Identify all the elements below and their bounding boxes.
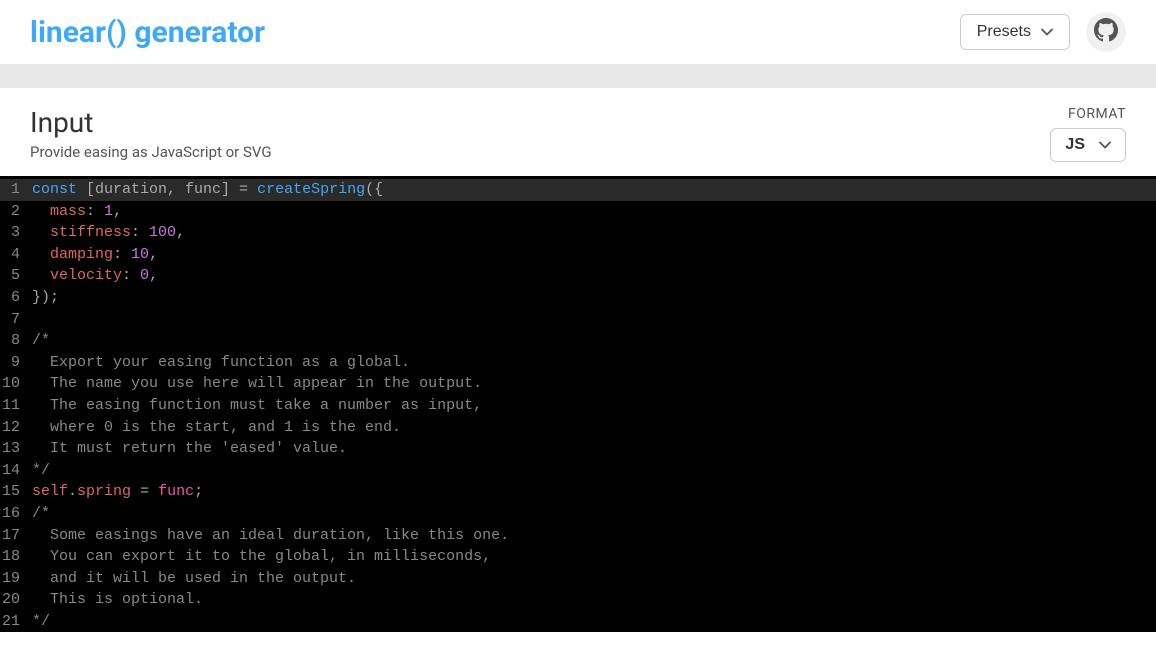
line-number: 1 bbox=[0, 179, 28, 201]
editor-line[interactable]: 8/* bbox=[0, 330, 1156, 352]
editor-line[interactable]: 12 where 0 is the start, and 1 is the en… bbox=[0, 417, 1156, 439]
editor-line[interactable]: 6}); bbox=[0, 287, 1156, 309]
line-code[interactable]: It must return the 'eased' value. bbox=[28, 438, 347, 460]
line-number: 11 bbox=[0, 395, 28, 417]
app-header: linear() generator Presets bbox=[0, 0, 1156, 64]
line-code[interactable]: */ bbox=[28, 611, 50, 633]
line-code[interactable] bbox=[28, 309, 41, 331]
line-number: 21 bbox=[0, 611, 28, 633]
line-number: 9 bbox=[0, 352, 28, 374]
line-number: 20 bbox=[0, 589, 28, 611]
line-code[interactable]: The name you use here will appear in the… bbox=[28, 373, 482, 395]
code-editor[interactable]: 1const [duration, func] = createSpring({… bbox=[0, 176, 1156, 632]
input-subheading: Provide easing as JavaScript or SVG bbox=[30, 143, 272, 161]
line-code[interactable]: damping: 10, bbox=[28, 244, 158, 266]
line-code[interactable]: */ bbox=[28, 460, 50, 482]
editor-line[interactable]: 13 It must return the 'eased' value. bbox=[0, 438, 1156, 460]
line-code[interactable]: /* bbox=[28, 503, 50, 525]
line-number: 12 bbox=[0, 417, 28, 439]
editor-line[interactable]: 18 You can export it to the global, in m… bbox=[0, 546, 1156, 568]
editor-line[interactable]: 1const [duration, func] = createSpring({ bbox=[0, 179, 1156, 201]
line-number: 18 bbox=[0, 546, 28, 568]
line-number: 13 bbox=[0, 438, 28, 460]
editor-line[interactable]: 11 The easing function must take a numbe… bbox=[0, 395, 1156, 417]
line-code[interactable]: }); bbox=[28, 287, 59, 309]
editor-line[interactable]: 3 stiffness: 100, bbox=[0, 222, 1156, 244]
line-number: 16 bbox=[0, 503, 28, 525]
line-number: 2 bbox=[0, 201, 28, 223]
format-label: FORMAT bbox=[1050, 106, 1126, 122]
editor-line[interactable]: 15self.spring = func; bbox=[0, 481, 1156, 503]
chevron-down-icon bbox=[1099, 141, 1111, 149]
line-code[interactable]: self.spring = func; bbox=[28, 481, 203, 503]
editor-line[interactable]: 20 This is optional. bbox=[0, 589, 1156, 611]
presets-button-label: Presets bbox=[977, 23, 1031, 41]
line-code[interactable]: /* bbox=[28, 330, 50, 352]
line-code[interactable]: The easing function must take a number a… bbox=[28, 395, 482, 417]
line-number: 10 bbox=[0, 373, 28, 395]
editor-line[interactable]: 21*/ bbox=[0, 611, 1156, 633]
presets-button[interactable]: Presets bbox=[960, 14, 1070, 50]
line-number: 8 bbox=[0, 330, 28, 352]
editor-line[interactable]: 7 bbox=[0, 309, 1156, 331]
line-code[interactable]: and it will be used in the output. bbox=[28, 568, 356, 590]
editor-line[interactable]: 9 Export your easing function as a globa… bbox=[0, 352, 1156, 374]
line-code[interactable]: const [duration, func] = createSpring({ bbox=[28, 179, 383, 201]
line-number: 3 bbox=[0, 222, 28, 244]
line-code[interactable]: velocity: 0, bbox=[28, 265, 158, 287]
line-code[interactable]: where 0 is the start, and 1 is the end. bbox=[28, 417, 401, 439]
page-title: linear() generator bbox=[30, 15, 265, 50]
line-number: 6 bbox=[0, 287, 28, 309]
input-heading: Input bbox=[30, 106, 272, 139]
editor-line[interactable]: 5 velocity: 0, bbox=[0, 265, 1156, 287]
line-number: 14 bbox=[0, 460, 28, 482]
line-code[interactable]: You can export it to the global, in mill… bbox=[28, 546, 491, 568]
line-code[interactable]: Some easings have an ideal duration, lik… bbox=[28, 525, 509, 547]
line-number: 7 bbox=[0, 309, 28, 331]
editor-line[interactable]: 2 mass: 1, bbox=[0, 201, 1156, 223]
format-select-value: JS bbox=[1065, 136, 1085, 154]
line-code[interactable]: mass: 1, bbox=[28, 201, 122, 223]
editor-line[interactable]: 10 The name you use here will appear in … bbox=[0, 373, 1156, 395]
line-code[interactable]: Export your easing function as a global. bbox=[28, 352, 410, 374]
header-actions: Presets bbox=[960, 12, 1126, 52]
line-number: 5 bbox=[0, 265, 28, 287]
input-heading-block: Input Provide easing as JavaScript or SV… bbox=[30, 106, 272, 161]
editor-line[interactable]: 19 and it will be used in the output. bbox=[0, 568, 1156, 590]
line-number: 15 bbox=[0, 481, 28, 503]
line-code[interactable]: This is optional. bbox=[28, 589, 203, 611]
editor-line[interactable]: 14*/ bbox=[0, 460, 1156, 482]
input-section-header: Input Provide easing as JavaScript or SV… bbox=[0, 88, 1156, 176]
github-icon bbox=[1094, 18, 1118, 46]
line-number: 17 bbox=[0, 525, 28, 547]
github-link[interactable] bbox=[1086, 12, 1126, 52]
editor-line[interactable]: 4 damping: 10, bbox=[0, 244, 1156, 266]
format-block: FORMAT JS bbox=[1050, 106, 1126, 162]
line-code[interactable]: stiffness: 100, bbox=[28, 222, 185, 244]
line-number: 19 bbox=[0, 568, 28, 590]
editor-line[interactable]: 16/* bbox=[0, 503, 1156, 525]
editor-line[interactable]: 17 Some easings have an ideal duration, … bbox=[0, 525, 1156, 547]
line-number: 4 bbox=[0, 244, 28, 266]
chevron-down-icon bbox=[1041, 28, 1053, 36]
format-select[interactable]: JS bbox=[1050, 128, 1126, 162]
section-divider bbox=[0, 64, 1156, 88]
